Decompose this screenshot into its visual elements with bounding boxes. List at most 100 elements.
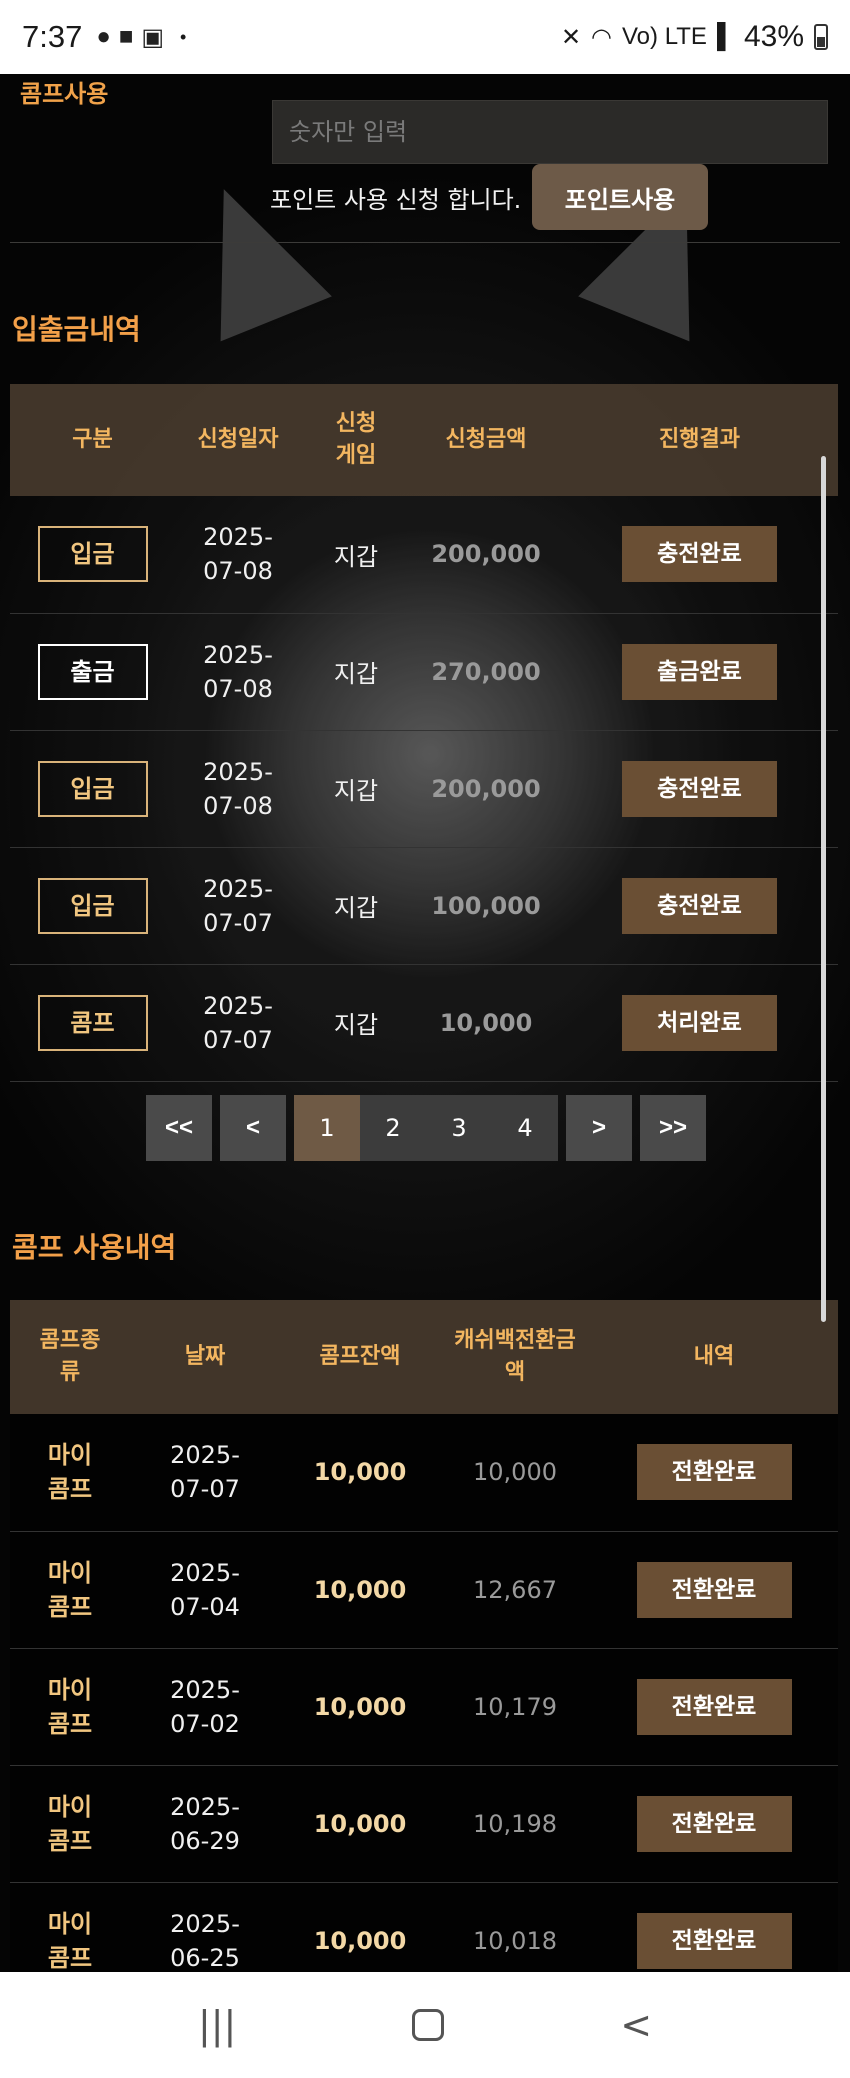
header-result: 진행결과 <box>561 384 838 496</box>
comp-date: 2025-07-07 <box>170 1441 240 1504</box>
last-page-button[interactable]: >> <box>640 1095 706 1161</box>
notification-dot: • <box>180 26 187 47</box>
comp-type: 마이콤프 <box>47 1441 93 1504</box>
comp-type: 마이콤프 <box>47 1909 93 1972</box>
prev-page-button[interactable]: < <box>220 1095 286 1161</box>
header-date: 신청일자 <box>175 384 301 496</box>
mute-icon: ✕ <box>560 23 582 51</box>
cashback-amount: 12,667 <box>440 1531 590 1649</box>
comp-type: 마이콤프 <box>47 1792 93 1855</box>
comp-type: 마이콤프 <box>47 1558 93 1621</box>
comp-amount-input[interactable] <box>272 100 828 164</box>
page-3-button[interactable]: 3 <box>426 1095 492 1161</box>
request-game: 지갑 <box>301 496 411 614</box>
comp-balance: 10,000 <box>280 1765 440 1883</box>
comp-balance: 10,000 <box>280 1414 440 1532</box>
status-badge: 전환완료 <box>636 1678 792 1735</box>
type-badge: 콤프 <box>37 994 148 1051</box>
recents-button[interactable]: ||| <box>198 2003 236 2047</box>
header-status: 내역 <box>590 1300 838 1414</box>
pagination: << < 1 2 3 4 > >> <box>146 1095 706 1161</box>
table-row: 입금 2025-07-08 지갑 200,000 충전완료 <box>10 730 838 848</box>
comp-history-title: 콤프 사용내역 <box>12 1231 177 1264</box>
status-right: ✕ ◠ Vo) LTE ▌ 43% <box>561 20 828 54</box>
header-cashback-amount: 캐쉬백전환금액 <box>440 1300 590 1414</box>
comp-use-label: 콤프사용 <box>20 80 109 108</box>
result-badge: 충전완료 <box>622 760 777 817</box>
table-row: 마이콤프 2025-07-07 10,000 10,000 전환완료 <box>10 1414 838 1532</box>
scrollbar[interactable] <box>821 456 826 1322</box>
comp-type: 마이콤프 <box>47 1675 93 1738</box>
table-header-row: 구분 신청일자 신청게임 신청금액 진행결과 <box>10 384 838 496</box>
request-date: 2025-07-08 <box>203 523 273 586</box>
status-badge: 전환완료 <box>636 1912 792 1969</box>
page-1-button[interactable]: 1 <box>294 1095 360 1161</box>
request-game: 지갑 <box>301 730 411 848</box>
battery-percent: 43% <box>743 20 804 53</box>
status-badge: 전환완료 <box>636 1444 792 1501</box>
table-header-row: 콤프종류 날짜 콤프잔액 캐쉬백전환금액 내역 <box>10 1300 838 1414</box>
comp-balance: 10,000 <box>280 1648 440 1766</box>
cashback-amount: 10,000 <box>440 1414 590 1532</box>
request-amount: 10,000 <box>411 964 561 1082</box>
comp-balance: 10,000 <box>280 1882 440 1972</box>
table-row: 마이콤프 2025-06-25 10,000 10,018 전환완료 <box>10 1882 838 1972</box>
comp-balance: 10,000 <box>280 1531 440 1649</box>
header-game: 신청게임 <box>301 384 411 496</box>
page-2-button[interactable]: 2 <box>360 1095 426 1161</box>
page-4-button[interactable]: 4 <box>492 1095 558 1161</box>
back-button[interactable]: < <box>620 2003 652 2047</box>
deposit-history-table: 구분 신청일자 신청게임 신청금액 진행결과 입금 2025-07-08 지갑 … <box>10 384 838 1082</box>
section-divider <box>10 242 840 243</box>
main-content[interactable]: 콤프사용 포인트 사용 신청 합니다. 포인트사용 입출금내역 구분 신청일자 … <box>0 74 850 1972</box>
request-game: 지갑 <box>301 613 411 731</box>
cashback-amount: 10,198 <box>440 1765 590 1883</box>
status-time: 7:37 <box>22 19 83 54</box>
next-page-button[interactable]: > <box>566 1095 632 1161</box>
cashback-amount: 10,018 <box>440 1882 590 1972</box>
table-row: 입금 2025-07-07 지갑 100,000 충전완료 <box>10 847 838 965</box>
signal-icon: ▌ <box>716 23 734 50</box>
first-page-button[interactable]: << <box>146 1095 212 1161</box>
request-date: 2025-07-08 <box>203 757 273 820</box>
cashback-amount: 10,179 <box>440 1648 590 1766</box>
message-icon: ■ <box>118 23 134 50</box>
request-amount: 270,000 <box>411 613 561 731</box>
system-nav-bar: ||| < <box>0 1972 850 2078</box>
request-date: 2025-07-08 <box>203 640 273 703</box>
comp-date: 2025-06-29 <box>170 1792 240 1855</box>
header-type: 구분 <box>10 384 175 496</box>
type-badge: 입금 <box>37 526 148 583</box>
gallery-icon: ▣ <box>141 23 165 51</box>
chat-bubble-icon: ● <box>96 23 111 50</box>
result-badge: 충전완료 <box>622 877 777 934</box>
result-badge: 출금완료 <box>622 643 777 700</box>
table-row: 출금 2025-07-08 지갑 270,000 출금완료 <box>10 613 838 731</box>
header-date: 날짜 <box>130 1300 280 1414</box>
request-amount: 100,000 <box>411 847 561 965</box>
request-amount: 200,000 <box>411 496 561 614</box>
status-badge: 전환완료 <box>636 1795 792 1852</box>
result-badge: 처리완료 <box>622 994 777 1051</box>
point-request-text: 포인트 사용 신청 합니다. <box>270 186 522 214</box>
table-row: 마이콤프 2025-06-29 10,000 10,198 전환완료 <box>10 1765 838 1883</box>
wifi-icon: ◠ <box>591 23 612 51</box>
type-badge: 입금 <box>37 877 148 934</box>
table-row: 콤프 2025-07-07 지갑 10,000 처리완료 <box>10 964 838 1082</box>
table-row: 마이콤프 2025-07-02 10,000 10,179 전환완료 <box>10 1648 838 1766</box>
type-badge: 입금 <box>37 760 148 817</box>
header-comp-balance: 콤프잔액 <box>280 1300 440 1414</box>
request-amount: 200,000 <box>411 730 561 848</box>
request-date: 2025-07-07 <box>203 991 273 1054</box>
comp-history-table: 콤프종류 날짜 콤프잔액 캐쉬백전환금액 내역 마이콤프 2025-07-07 … <box>10 1300 838 1972</box>
request-date: 2025-07-07 <box>203 874 273 937</box>
comp-date: 2025-06-25 <box>170 1909 240 1972</box>
page-number-group: 1 2 3 4 <box>294 1095 558 1161</box>
result-badge: 충전완료 <box>622 526 777 583</box>
type-badge: 출금 <box>37 643 148 700</box>
lte-icon: Vo) LTE <box>622 23 707 50</box>
request-game: 지갑 <box>301 964 411 1082</box>
point-use-button[interactable]: 포인트사용 <box>532 164 708 230</box>
header-amount: 신청금액 <box>411 384 561 496</box>
home-icon[interactable] <box>412 2009 445 2041</box>
